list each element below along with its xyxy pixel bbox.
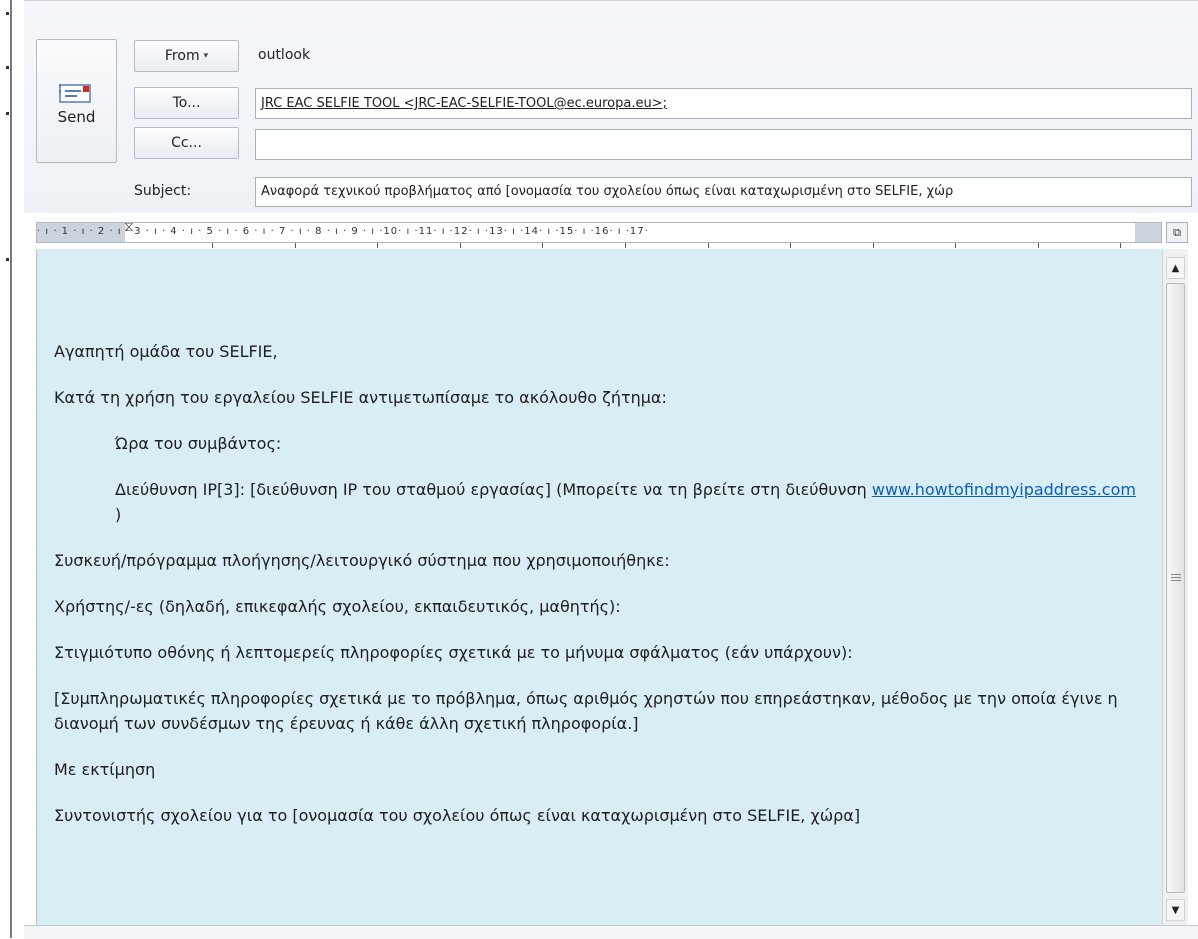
scroll-up-icon[interactable]: ▲ bbox=[1166, 257, 1185, 279]
send-label: Send bbox=[57, 108, 96, 126]
window-left-edge bbox=[0, 0, 14, 938]
from-button[interactable]: From ▾ bbox=[134, 40, 239, 72]
to-recipient[interactable]: JRC EAC SELFIE TOOL <JRC-EAC-SELFIE-TOOL… bbox=[261, 96, 667, 111]
from-account-value: outlook bbox=[258, 47, 311, 63]
to-field[interactable]: JRC EAC SELFIE TOOL <JRC-EAC-SELFIE-TOOL… bbox=[255, 88, 1192, 119]
cc-button[interactable]: Cc... bbox=[134, 127, 239, 159]
ip-address-link[interactable]: www.howtofindmyipaddress.com bbox=[872, 480, 1136, 499]
body-ip-close: ) bbox=[115, 505, 122, 524]
body-ip-line: Διεύθυνση IP[3]: [διεύθυνση IP του σταθμ… bbox=[115, 480, 867, 499]
body-screenshot-line: Στιγμιότυπο οθόνης ή λεπτομερείς πληροφο… bbox=[54, 643, 853, 662]
message-body[interactable]: Αγαπητή ομάδα του SELFIE, Κατά τη χρήση … bbox=[36, 249, 1163, 925]
body-greeting: Αγαπητή ομάδα του SELFIE, bbox=[54, 342, 278, 361]
scroll-thumb[interactable] bbox=[1166, 283, 1185, 893]
body-users-line: Χρήστης/-ες (δηλαδή, επικεφαλής σχολείου… bbox=[54, 597, 621, 616]
horizontal-ruler[interactable]: · ı · 1 · ı · 2 · ı · 3 · ı · 4 · ı · 5 … bbox=[36, 222, 1162, 243]
body-time-line: Ώρα του συμβάντος: bbox=[115, 434, 282, 453]
subject-label: Subject: bbox=[134, 183, 192, 199]
body-closing: Με εκτίμηση bbox=[54, 760, 156, 779]
body-extra-line: [Συμπληρωματικές πληροφορίες σχετικά με … bbox=[54, 689, 1118, 733]
send-button[interactable]: Send bbox=[36, 39, 117, 163]
to-button[interactable]: To... bbox=[134, 87, 239, 119]
subject-field[interactable]: Αναφορά τεχνικού προβλήματος από [ονομασ… bbox=[255, 177, 1192, 207]
indent-marker-icon[interactable]: ⧖ bbox=[124, 220, 134, 234]
status-strip bbox=[24, 925, 1198, 939]
scroll-down-icon[interactable]: ▼ bbox=[1166, 899, 1185, 921]
vertical-scrollbar[interactable]: ▲ ▼ bbox=[1162, 249, 1188, 925]
grip-icon bbox=[1171, 574, 1181, 583]
cc-field[interactable] bbox=[255, 129, 1192, 160]
body-intro: Κατά τη χρήση του εργαλείου SELFIE αντιμ… bbox=[54, 388, 667, 407]
from-label: From bbox=[164, 48, 200, 64]
body-ip-paragraph: Διεύθυνση IP[3]: [διεύθυνση IP του σταθμ… bbox=[54, 477, 1144, 527]
chevron-down-icon: ▾ bbox=[203, 51, 209, 61]
send-envelope-icon bbox=[59, 84, 91, 103]
body-device-line: Συσκευή/πρόγραμμα πλοήγησης/λειτουργικό … bbox=[54, 551, 670, 570]
body-signature: Συντονιστής σχολείου για το [ονομασία το… bbox=[54, 806, 861, 825]
ruler-toggle-icon[interactable]: ⧉ bbox=[1166, 222, 1188, 243]
message-header: Send From ▾ outlook To... JRC EAC SELFIE … bbox=[24, 0, 1198, 213]
